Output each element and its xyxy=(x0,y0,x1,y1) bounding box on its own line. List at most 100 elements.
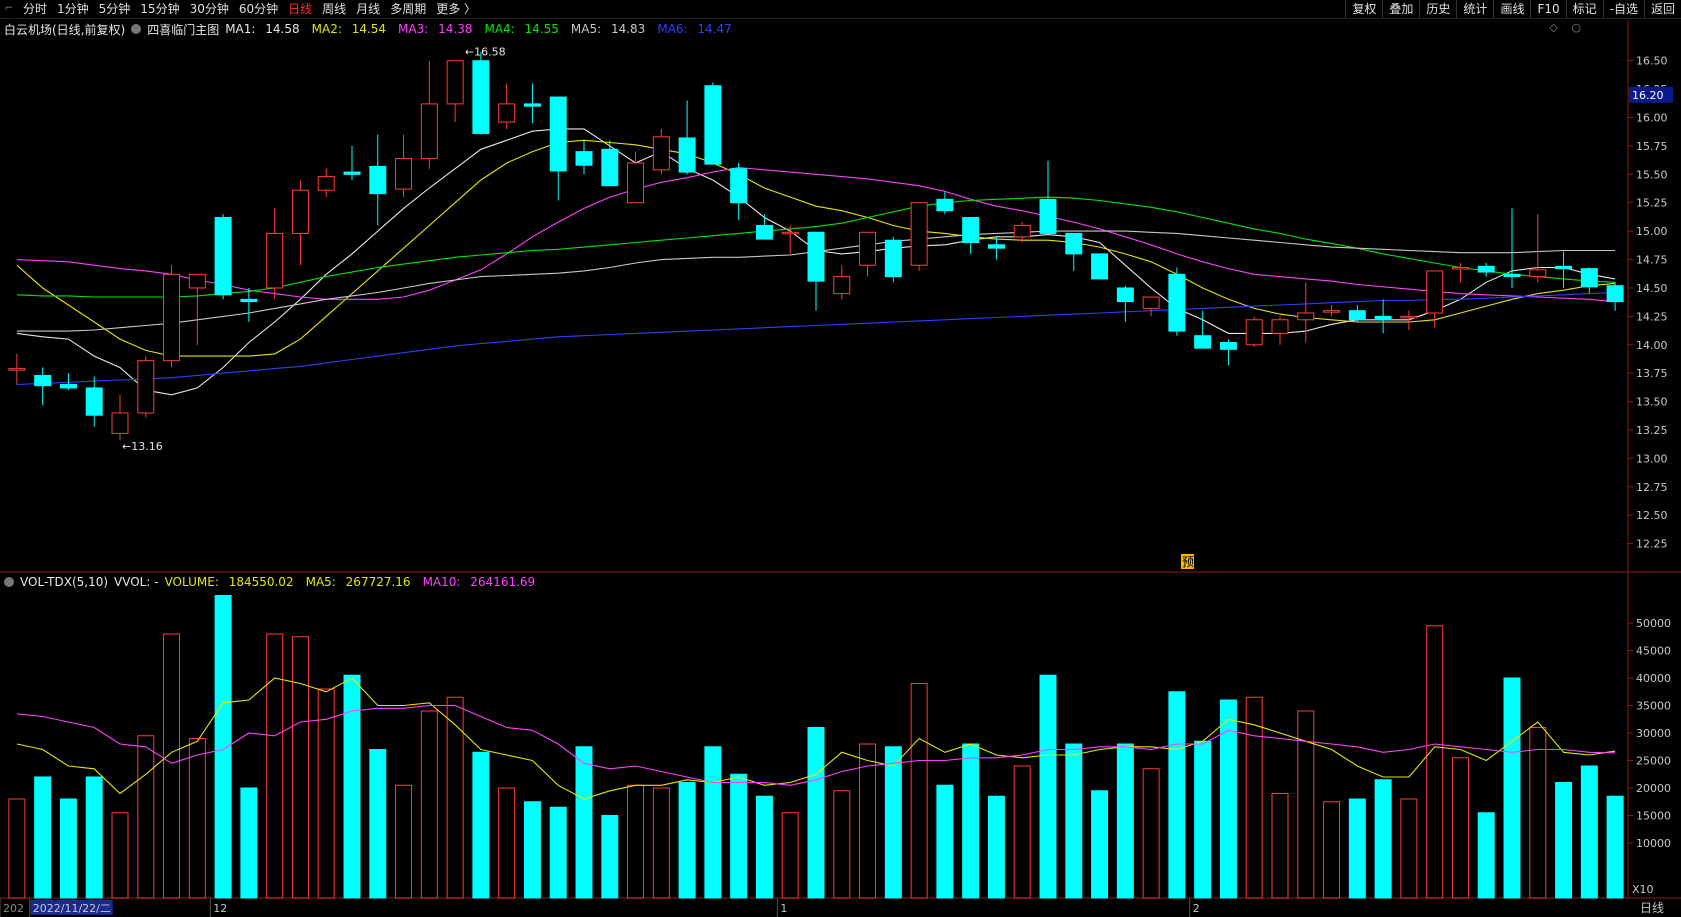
candle-up xyxy=(420,103,438,159)
candle-up xyxy=(627,162,645,204)
price-tick-label: 13.00 xyxy=(1636,452,1668,465)
volume-bar-down xyxy=(575,746,593,899)
candle-up xyxy=(859,231,877,266)
candle-down xyxy=(1374,315,1392,321)
candle-down xyxy=(730,168,748,204)
candle-up xyxy=(1529,269,1547,278)
candle-up xyxy=(833,276,851,295)
candle-up xyxy=(137,360,155,414)
candle-up xyxy=(1013,224,1031,238)
candle-up xyxy=(1142,296,1160,309)
volume-tick-label: 50000 xyxy=(1636,617,1671,630)
volume-bar-down xyxy=(1477,812,1495,899)
candle-down xyxy=(884,239,902,278)
candle-down xyxy=(369,165,387,195)
candle-down xyxy=(575,151,593,166)
volume-bars xyxy=(8,595,1624,899)
volume-tick-label: 25000 xyxy=(1636,755,1671,768)
date-label: 2022/11/22/二 xyxy=(33,902,111,915)
volume-bar-up xyxy=(1245,696,1263,899)
volume-bar-up xyxy=(1451,757,1469,899)
candle-down xyxy=(1348,310,1366,321)
candle-up xyxy=(1400,315,1418,319)
volume-bar-down xyxy=(730,773,748,899)
volume-bar-up xyxy=(910,683,928,899)
volume-bar-down xyxy=(601,815,619,899)
volume-bar-down xyxy=(1606,795,1624,899)
volume-bar-down xyxy=(1374,779,1392,899)
candle-down xyxy=(523,103,541,107)
price-tick-label: 15.00 xyxy=(1636,225,1668,238)
candlesticks xyxy=(8,51,1624,441)
candle-down xyxy=(1168,273,1186,332)
volume-bar-down xyxy=(240,787,258,899)
kline-chart[interactable]: 16.5016.2516.0015.7515.5015.2515.0014.75… xyxy=(0,0,1681,917)
low-price-annotation: ←13.16 xyxy=(122,440,163,453)
candle-up xyxy=(446,60,464,105)
volume-bar-down xyxy=(962,743,980,899)
volume-tick-label: 35000 xyxy=(1636,700,1671,713)
candle-up xyxy=(188,273,206,289)
candle-down xyxy=(1065,232,1083,255)
price-axis: 16.5016.2516.0015.7515.5015.2515.0014.75… xyxy=(1628,55,1673,551)
candle-down xyxy=(1091,253,1109,280)
volume-bar-down xyxy=(678,782,696,899)
volume-bar-down xyxy=(807,727,825,899)
candle-down xyxy=(240,298,258,303)
volume-bar-down xyxy=(1503,677,1521,899)
volume-bar-up xyxy=(8,798,26,899)
candle-down xyxy=(214,217,232,296)
volume-bar-up xyxy=(627,784,645,899)
candle-down xyxy=(549,96,567,172)
volume-bar-up xyxy=(1400,798,1418,899)
volume-bar-up xyxy=(781,812,799,899)
price-tick-label: 14.00 xyxy=(1636,339,1668,352)
candle-down xyxy=(34,374,52,387)
candle-down xyxy=(59,384,77,389)
candle-up xyxy=(1297,312,1315,321)
candle-down xyxy=(85,387,103,416)
candle-up xyxy=(910,202,928,266)
candle-up xyxy=(266,232,284,289)
price-tick-label: 13.75 xyxy=(1636,367,1668,380)
price-tick-label: 16.50 xyxy=(1636,55,1668,68)
candle-down xyxy=(1555,265,1573,270)
volume-bar-down xyxy=(343,674,361,899)
price-tick-label: 14.25 xyxy=(1636,310,1668,323)
volume-bar-up xyxy=(266,633,284,899)
date-label: 12 xyxy=(213,902,227,915)
candle-down xyxy=(987,244,1005,249)
volume-bar-up xyxy=(188,738,206,899)
volume-bar-up xyxy=(833,790,851,899)
volume-bar-down xyxy=(34,776,52,899)
volume-bar-up xyxy=(498,787,516,899)
volume-tick-label: 10000 xyxy=(1636,837,1671,850)
volume-bar-down xyxy=(704,746,722,899)
volume-bar-down xyxy=(549,806,567,899)
volume-bar-down xyxy=(936,784,954,899)
volume-bar-down xyxy=(987,795,1005,899)
volume-bar-down xyxy=(214,595,232,899)
volume-bar-up xyxy=(1013,765,1031,899)
volume-unit-label: X10 xyxy=(1632,883,1654,896)
candle-up xyxy=(111,412,129,434)
volume-bar-up xyxy=(1426,625,1444,899)
candle-down xyxy=(1116,287,1134,303)
volume-tick-label: 30000 xyxy=(1636,727,1671,740)
date-label: 1 xyxy=(780,902,787,915)
price-tick-label: 13.25 xyxy=(1636,424,1668,437)
volume-bar-up xyxy=(1529,727,1547,899)
volume-bar-down xyxy=(1555,782,1573,899)
candle-down xyxy=(755,224,773,240)
candle-up xyxy=(1271,319,1289,334)
volume-bar-down xyxy=(1039,674,1057,899)
price-tick-label: 15.25 xyxy=(1636,197,1668,210)
volume-bar-up xyxy=(1271,793,1289,899)
candle-up xyxy=(1245,319,1263,346)
volume-bar-down xyxy=(1219,699,1237,899)
candle-down xyxy=(1580,268,1598,288)
volume-bar-up xyxy=(137,735,155,899)
current-price-tag: 16.20 xyxy=(1632,89,1664,102)
volume-bar-up xyxy=(1323,801,1341,899)
volume-bar-down xyxy=(59,798,77,899)
